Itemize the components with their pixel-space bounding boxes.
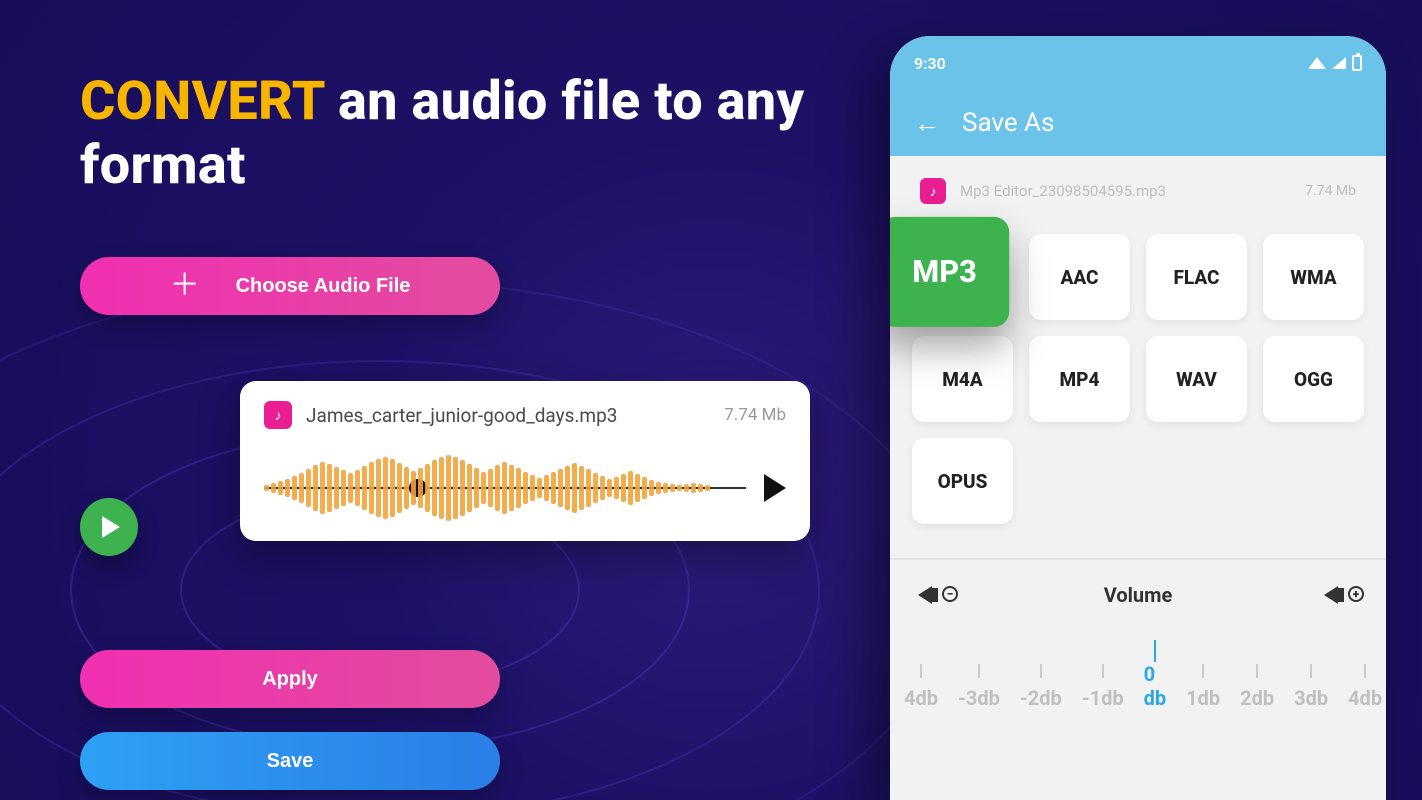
choose-label: Choose Audio File [236,275,411,298]
output-file-row: ♪ Mp3 Editor_23098504595.mp3 7.74 Mb [912,174,1364,208]
play-fab-button[interactable] [80,498,138,556]
volume-tick[interactable]: 1db [1186,664,1220,710]
volume-down-icon[interactable]: − [918,582,952,608]
format-opus[interactable]: OPUS [912,438,1013,524]
format-wma[interactable]: WMA [1263,234,1364,320]
format-grid: MP3AACFLACWMAM4AMP4WAVOGGOPUS [912,234,1364,524]
format-flac[interactable]: FLAC [1146,234,1247,320]
headline: CONVERT an audio file to any format [80,70,810,197]
preview-filesize: 7.74 Mb [724,405,786,425]
format-wav[interactable]: WAV [1146,336,1247,422]
waveform[interactable] [264,453,746,523]
save-button[interactable]: Save [80,732,500,790]
play-icon[interactable] [764,474,786,502]
volume-up-icon[interactable]: + [1324,582,1358,608]
music-file-icon: ♪ [264,401,292,429]
app-bar: ← Save As [890,90,1386,156]
status-time: 9:30 [914,54,946,73]
status-bar: 9:30 [890,36,1386,90]
volume-ticks[interactable]: 4db -3db -2db -1db 0 db 1db 2db 3db 4db [890,618,1386,710]
battery-icon [1352,55,1362,71]
format-aac[interactable]: AAC [1029,234,1130,320]
apply-button[interactable]: Apply [80,650,500,708]
volume-row: − Volume + [890,560,1386,618]
format-m4a[interactable]: M4A [912,336,1013,422]
signal-icon [1332,57,1346,69]
volume-tick[interactable]: -3db [958,664,1000,710]
phone-mockup: 9:30 ← Save As ♪ Mp3 Editor_23098504595.… [890,36,1386,800]
volume-tick[interactable]: -1db [1082,664,1124,710]
plus-icon: ＋ [170,271,200,301]
volume-tick[interactable]: -2db [1020,664,1062,710]
music-file-icon: ♪ [920,178,946,204]
volume-tick[interactable]: 4db [904,664,938,710]
back-arrow-icon[interactable]: ← [914,108,940,139]
preview-filename: James_carter_junior-good_days.mp3 [306,404,710,427]
volume-tick[interactable]: 3db [1294,664,1328,710]
volume-tick[interactable]: 0 db [1144,640,1167,710]
volume-tick[interactable]: 4db [1348,664,1382,710]
screen-title: Save As [962,108,1054,138]
volume-label: Volume [1104,583,1173,607]
format-mp3[interactable]: MP3 [890,217,1009,327]
headline-accent: CONVERT [80,70,324,133]
choose-audio-file-button[interactable]: ＋ Choose Audio File [80,257,500,315]
output-filename: Mp3 Editor_23098504595.mp3 [960,182,1291,200]
format-ogg[interactable]: OGG [1263,336,1364,422]
volume-tick[interactable]: 2db [1240,664,1274,710]
wifi-icon [1308,57,1326,69]
audio-preview-card: ♪ James_carter_junior-good_days.mp3 7.74… [240,381,810,541]
format-mp4[interactable]: MP4 [1029,336,1130,422]
output-filesize: 7.74 Mb [1305,183,1356,199]
